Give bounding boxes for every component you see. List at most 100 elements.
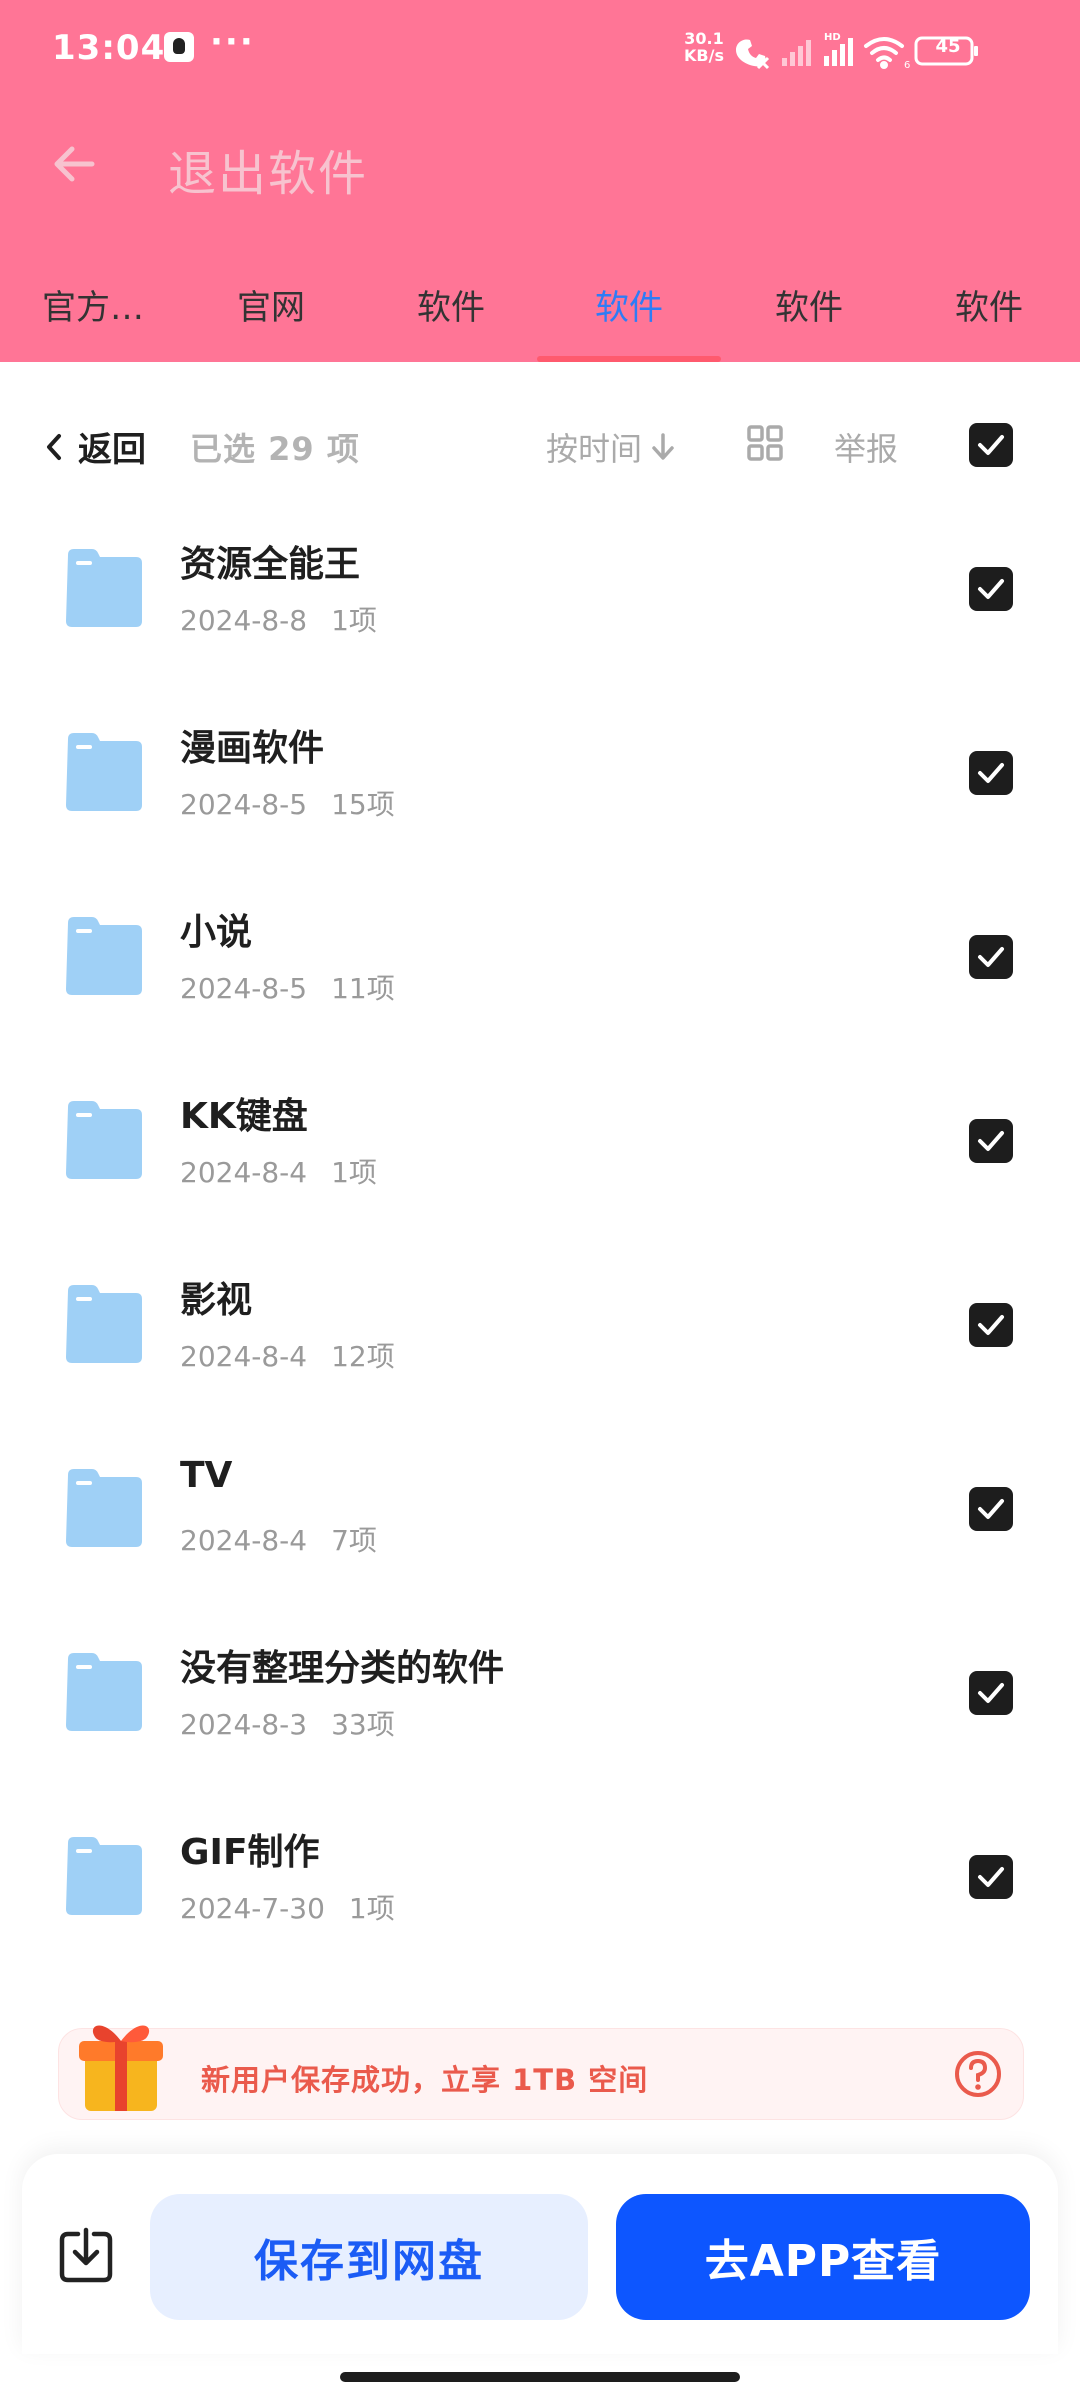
checkmark-icon (978, 1315, 1004, 1335)
file-count: 1项 (331, 1156, 377, 1189)
file-meta: 2024-8-4 7项 (180, 1519, 377, 1559)
file-meta: 2024-8-5 11项 (180, 967, 395, 1007)
sort-by-time-button[interactable]: 按时间 (546, 424, 676, 470)
checkmark-icon (978, 1499, 1004, 1519)
save-to-cloud-button[interactable]: 保存到网盘 (150, 2194, 588, 2320)
file-date: 2024-8-5 (180, 972, 308, 1005)
file-count: 1项 (348, 1892, 395, 1925)
chevron-left-icon (47, 433, 61, 460)
checkmark-icon (978, 1131, 1004, 1151)
report-button[interactable]: 举报 (834, 424, 898, 470)
list-item[interactable]: 小说 2024-8-5 11项 (0, 875, 1080, 1059)
battery-level: 45 (935, 36, 961, 57)
file-name: 资源全能王 (180, 544, 361, 585)
file-name: 影视 (180, 1280, 253, 1321)
folder-icon (66, 1837, 142, 1915)
file-count: 15项 (331, 788, 395, 821)
call-muted-icon (736, 39, 770, 70)
home-indicator[interactable] (340, 2372, 740, 2382)
file-name: TV (180, 1455, 233, 1496)
folder-tabs: 官方… 官网 软件 软件 软件 软件 (0, 268, 1080, 362)
file-date: 2024-7-30 (180, 1892, 325, 1925)
file-meta: 2024-8-4 1项 (180, 1151, 377, 1191)
file-name: KK键盘 (180, 1096, 308, 1137)
file-date: 2024-8-8 (180, 604, 308, 637)
list-item[interactable]: KK键盘 2024-8-4 1项 (0, 1059, 1080, 1243)
tab-official-site[interactable]: 官网 (196, 280, 346, 329)
file-meta: 2024-8-8 1项 (180, 599, 377, 639)
selection-toolbar: 返回 已选 29 项 按时间 举报 (0, 400, 1080, 490)
item-checkbox[interactable] (969, 935, 1013, 979)
item-checkbox[interactable] (969, 567, 1013, 611)
folder-icon (66, 1285, 142, 1363)
file-meta: 2024-8-4 12项 (180, 1335, 395, 1375)
status-bar: 13:04 ··· 30.1 KB/s HD 6 45 (0, 0, 1080, 100)
file-count: 1项 (331, 604, 377, 637)
item-checkbox[interactable] (969, 1119, 1013, 1163)
list-item[interactable]: 资源全能王 2024-8-8 1项 (0, 507, 1080, 691)
sort-label: 按时间 (546, 430, 643, 468)
folder-icon (66, 1653, 142, 1731)
promo-banner[interactable]: 新用户保存成功，立享 1TB 空间 (58, 2025, 1024, 2120)
item-checkbox[interactable] (969, 1487, 1013, 1531)
selected-count: 已选 29 项 (190, 430, 360, 468)
promo-text: 新用户保存成功，立享 1TB 空间 (201, 2063, 649, 2097)
list-item[interactable]: 漫画软件 2024-8-5 15项 (0, 691, 1080, 875)
file-date: 2024-8-4 (180, 1340, 308, 1373)
list-item[interactable]: 影视 2024-8-4 12项 (0, 1243, 1080, 1427)
signal-strength-icon (782, 40, 811, 66)
network-speed-value: 30.1 (684, 29, 724, 48)
file-date: 2024-8-3 (180, 1708, 308, 1741)
wifi-icon (864, 37, 904, 69)
folder-icon (66, 549, 142, 627)
back-label: 返回 (78, 430, 146, 470)
item-checkbox[interactable] (969, 1671, 1013, 1715)
file-date: 2024-8-4 (180, 1156, 308, 1189)
back-arrow-icon[interactable] (46, 136, 102, 192)
item-checkbox[interactable] (969, 1855, 1013, 1899)
file-name: 小说 (180, 912, 253, 953)
item-checkbox[interactable] (969, 751, 1013, 795)
tab-software-2-active[interactable]: 软件 (554, 280, 704, 329)
folder-icon (66, 733, 142, 811)
file-name: 漫画软件 (180, 728, 325, 769)
select-all-checkbox[interactable] (969, 423, 1013, 467)
download-icon[interactable] (56, 2226, 116, 2286)
checkmark-icon (978, 435, 1004, 455)
file-name: GIF制作 (180, 1832, 320, 1873)
folder-icon (66, 1469, 142, 1547)
checkmark-icon (978, 763, 1004, 783)
file-name: 没有整理分类的软件 (180, 1648, 505, 1689)
file-count: 11项 (331, 972, 395, 1005)
file-meta: 2024-7-30 1项 (180, 1887, 395, 1927)
notification-app-icon (164, 32, 194, 62)
item-checkbox[interactable] (969, 1303, 1013, 1347)
file-meta: 2024-8-3 33项 (180, 1703, 395, 1743)
arrow-down-icon (652, 433, 674, 460)
signal-hd-icon: HD (824, 32, 853, 66)
checkmark-icon (978, 1683, 1004, 1703)
network-speed: 30.1 KB/s (682, 30, 726, 64)
title-row: 退出软件 (0, 112, 1080, 216)
grid-view-icon[interactable] (746, 424, 784, 462)
list-item[interactable]: 没有整理分类的软件 2024-8-3 33项 (0, 1611, 1080, 1795)
file-meta: 2024-8-5 15项 (180, 783, 395, 823)
file-count: 33项 (331, 1708, 395, 1741)
tab-software-3[interactable]: 软件 (734, 280, 884, 329)
bottom-action-bar: 保存到网盘 去APP查看 (22, 2154, 1058, 2354)
question-circle-icon[interactable] (953, 2049, 1003, 2099)
tab-official-abbrev[interactable]: 官方… (18, 280, 168, 329)
file-date: 2024-8-5 (180, 788, 308, 821)
back-button[interactable]: 返回 (44, 422, 146, 471)
list-item[interactable]: GIF制作 2024-7-30 1项 (0, 1795, 1080, 1979)
tab-software-1[interactable]: 软件 (376, 280, 526, 329)
list-item[interactable]: TV 2024-8-4 7项 (0, 1427, 1080, 1611)
open-in-app-button[interactable]: 去APP查看 (616, 2194, 1030, 2320)
status-time: 13:04 (52, 28, 166, 68)
tab-software-4[interactable]: 软件 (914, 280, 1064, 329)
file-date: 2024-8-4 (180, 1524, 308, 1557)
file-count: 7项 (331, 1524, 377, 1557)
checkmark-icon (978, 1867, 1004, 1887)
checkmark-icon (978, 579, 1004, 599)
folder-icon (66, 917, 142, 995)
